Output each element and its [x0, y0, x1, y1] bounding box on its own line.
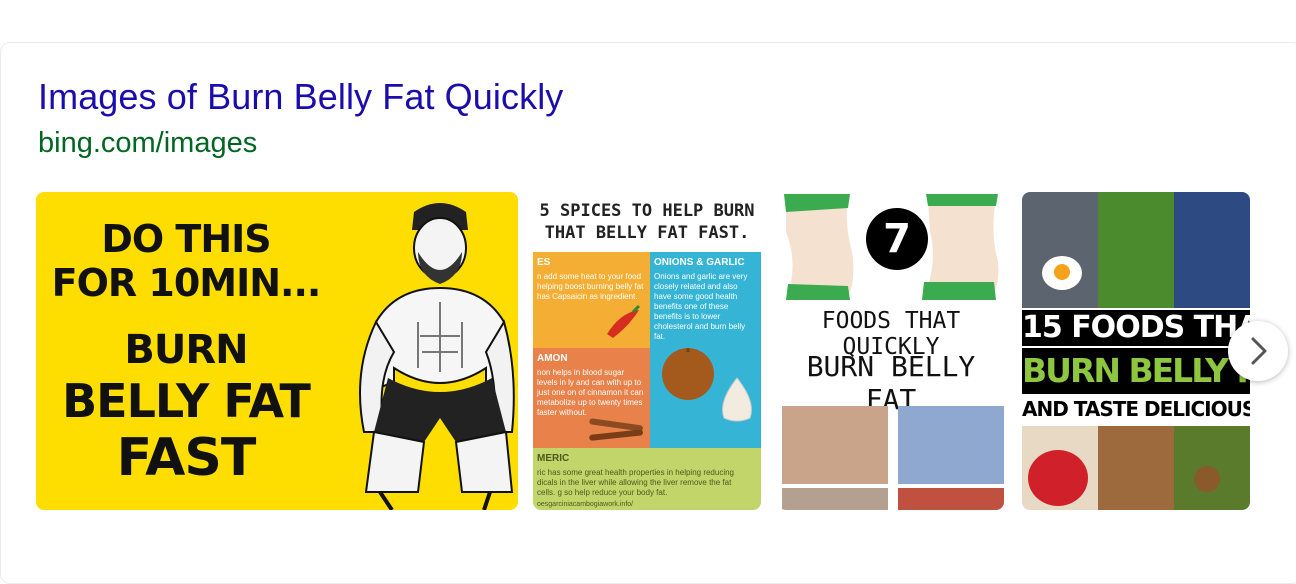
thumb1-text-4: BELLY FAT	[62, 374, 311, 428]
image-thumbnail-1[interactable]: DO THIS FOR 10MIN... BURN BELLY FAT FAST	[36, 192, 518, 510]
thumb3-photo-2	[898, 406, 1004, 484]
thumb2-panel-turmeric: MERIC ric has some great health propertie…	[533, 448, 761, 510]
chevron-right-icon	[1251, 337, 1267, 365]
thumb2-panel-garlic	[650, 348, 761, 448]
thumb4-line-3: AND TASTE DELICIOUS	[1022, 394, 1250, 424]
thumb1-text-1: DO THIS	[101, 217, 271, 261]
thumb4-photo-avocado	[1174, 426, 1250, 510]
thumb2-heading: 5 SPICES TO HELP BURN THAT BELLY FAT FAS…	[539, 201, 755, 243]
muscular-man-illustration	[359, 203, 515, 510]
next-button[interactable]	[1228, 321, 1288, 381]
thumb3-photo-3	[782, 488, 888, 510]
image-thumbnail-3[interactable]: 7 FOODS THAT QUICKLY BURN BELLY FAT	[778, 192, 1004, 510]
thumb2-panel-peppers: ES n add some heat to your food helping b…	[533, 252, 650, 348]
cinnamon-sticks-icon	[589, 418, 643, 441]
thumb2-panel-4-text: ric has some great health properties in …	[537, 468, 735, 497]
image-thumbnail-2[interactable]: 5 SPICES TO HELP BURN THAT BELLY FAT FAS…	[533, 192, 761, 510]
chili-pepper-icon	[607, 304, 641, 338]
thumb1-text-2: FOR 10MIN...	[51, 261, 322, 305]
thumb4-photo-blueberries	[1174, 192, 1250, 308]
thumb2-panel-2-title: ONIONS & GARLIC	[654, 257, 745, 268]
thumb1-text-3: BURN	[124, 327, 248, 373]
garlic-icon	[722, 377, 752, 422]
thumb4-photo-apple	[1022, 426, 1098, 510]
thumb2-panel-onions: ONIONS & GARLIC Onions and garlic are ver…	[650, 252, 761, 348]
thumb4-line-2: BURN BELLY FAT	[1022, 348, 1250, 394]
thumb2-panel-4-title: MERIC	[537, 453, 570, 464]
thumb2-panel-cinnamon: AMON non helps in blood sugar levels in l…	[533, 348, 650, 448]
thumb4-photo-broccoli	[1098, 192, 1174, 308]
result-source-url: bing.com/images	[38, 127, 258, 159]
thumb1-text-5: FAST	[116, 428, 257, 488]
thumb2-panel-3-title: AMON	[537, 353, 568, 364]
thumb2-panel-3-text: non helps in blood sugar levels in ly an…	[537, 368, 644, 417]
thumb3-photo-1	[782, 406, 888, 484]
thumb3-photo-4	[898, 488, 1004, 510]
thumb4-photo-nuts	[1098, 426, 1174, 510]
thumb2-footer: oesgarciniacambogiawork.info/	[537, 501, 634, 508]
thumb2-panel-1-title: ES	[537, 257, 551, 268]
thumb2-panel-1-text: n add some heat to your food helping boo…	[537, 272, 644, 301]
number-badge: 7	[866, 208, 928, 270]
thumb4-photo-egg	[1022, 192, 1098, 308]
result-title-link[interactable]: Images of Burn Belly Fat Quickly	[38, 76, 563, 118]
thumb4-line-1: 15 FOODS THAT	[1022, 310, 1250, 346]
onion-icon	[662, 348, 714, 400]
image-thumbnail-4[interactable]: 15 FOODS THAT BURN BELLY FAT AND TASTE D…	[1022, 192, 1250, 510]
thumb2-panel-2-text: Onions and garlic are very closely relat…	[654, 272, 748, 341]
